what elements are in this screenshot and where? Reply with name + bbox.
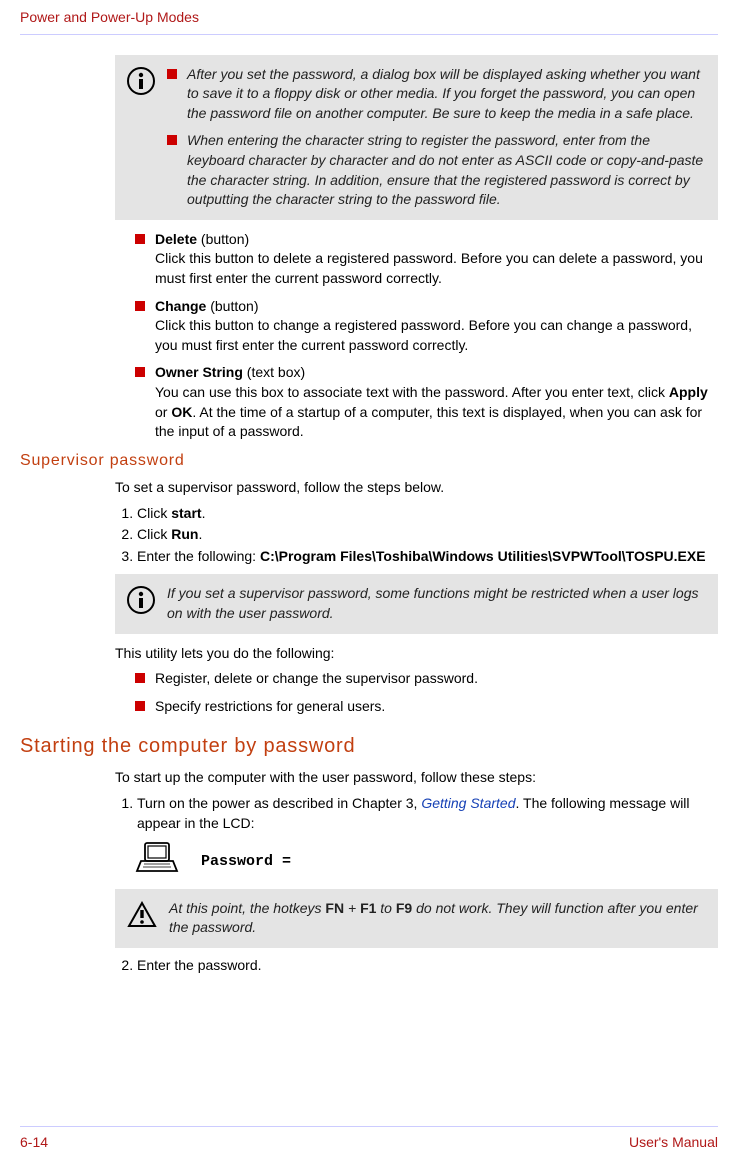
change-item: Change (button) Click this button to cha…	[155, 297, 718, 356]
footer-page: 6-14	[20, 1133, 48, 1153]
supervisor-heading: Supervisor password	[20, 450, 718, 472]
info-note-2: If you set a supervisor password, some f…	[115, 574, 718, 633]
owner-or: or	[155, 404, 171, 420]
starting-heading: Starting the computer by password	[20, 732, 718, 760]
starting-steps-cont: Enter the password.	[115, 956, 718, 976]
lcd-message-row: Password =	[115, 841, 718, 881]
password-prompt: Password =	[201, 851, 291, 872]
bullet-square	[135, 301, 145, 311]
sup-step2: Click Run.	[137, 525, 718, 545]
delete-title: Delete	[155, 231, 197, 247]
bullet-square	[135, 701, 145, 711]
change-suffix: (button)	[206, 298, 258, 314]
bullet-square	[135, 234, 145, 244]
owner-title: Owner String	[155, 364, 243, 380]
starting-steps: Turn on the power as described in Chapte…	[115, 794, 718, 833]
change-title: Change	[155, 298, 206, 314]
owner-item: Owner String (text box) You can use this…	[155, 363, 718, 441]
caution-note: At this point, the hotkeys FN + F1 to F9…	[115, 889, 718, 948]
page-footer: 6-14 User's Manual	[20, 1126, 718, 1153]
owner-text-b: . At the time of a startup of a computer…	[155, 404, 702, 440]
info2-text: If you set a supervisor password, some f…	[167, 584, 706, 623]
bullet-square	[135, 367, 145, 377]
info-note-1: After you set the password, a dialog box…	[115, 55, 718, 220]
postinfo-b2: Specify restrictions for general users.	[155, 697, 718, 717]
delete-text: Click this button to delete a registered…	[155, 250, 703, 286]
starting-intro: To start up the computer with the user p…	[115, 768, 718, 788]
postinfo-b1: Register, delete or change the superviso…	[155, 669, 718, 689]
bullet-square	[167, 69, 177, 79]
supervisor-steps: Click start. Click Run. Enter the follow…	[115, 504, 718, 567]
caution-text: At this point, the hotkeys FN + F1 to F9…	[169, 899, 706, 938]
info1-item1: After you set the password, a dialog box…	[187, 65, 706, 124]
info1-item2: When entering the character string to re…	[187, 131, 706, 209]
sup-step3: Enter the following: C:\Program Files\To…	[137, 547, 718, 567]
bullet-square	[167, 135, 177, 145]
owner-ok: OK	[171, 404, 192, 420]
start-step2: Enter the password.	[137, 956, 718, 976]
bullet-square	[135, 673, 145, 683]
sup-step1: Click start.	[137, 504, 718, 524]
laptop-icon	[135, 841, 179, 881]
owner-apply: Apply	[669, 384, 708, 400]
footer-manual: User's Manual	[629, 1133, 718, 1153]
delete-suffix: (button)	[197, 231, 249, 247]
delete-item: Delete (button) Click this button to del…	[155, 230, 718, 289]
start-step1: Turn on the power as described in Chapte…	[137, 794, 718, 833]
caution-icon	[127, 901, 157, 935]
getting-started-link[interactable]: Getting Started	[421, 795, 515, 811]
postinfo-intro: This utility lets you do the following:	[115, 644, 718, 664]
owner-suffix: (text box)	[243, 364, 305, 380]
info-icon	[127, 586, 155, 620]
header-title: Power and Power-Up Modes	[20, 9, 199, 25]
info-icon	[127, 67, 155, 101]
supervisor-intro: To set a supervisor password, follow the…	[115, 478, 718, 498]
change-text: Click this button to change a registered…	[155, 317, 692, 353]
owner-text-a: You can use this box to associate text w…	[155, 384, 669, 400]
page-header: Power and Power-Up Modes	[20, 0, 718, 35]
